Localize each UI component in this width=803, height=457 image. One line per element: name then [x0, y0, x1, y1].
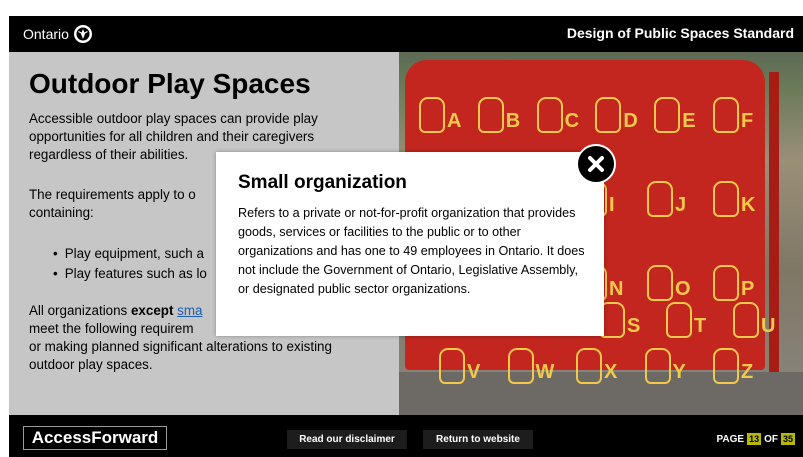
letter-cell: A	[419, 97, 475, 133]
current-page: 13	[747, 433, 762, 445]
letters-row: S T U	[599, 302, 789, 338]
letters-row-s-u: S T U	[599, 302, 789, 338]
hand-sign-icon	[666, 302, 692, 338]
hand-sign-icon	[647, 181, 673, 217]
hand-sign-icon	[713, 265, 739, 301]
hand-sign-icon	[654, 97, 681, 133]
p3-line2: meet the following requirem	[29, 321, 194, 336]
letter-cell: J	[647, 181, 703, 217]
definition-popup: Small organization Refers to a private o…	[216, 152, 604, 336]
letter: E	[682, 110, 696, 132]
list-item: Play features such as lo	[53, 264, 207, 284]
letter: D	[623, 110, 638, 132]
letter: K	[741, 194, 756, 216]
return-to-website-button[interactable]: Return to website	[423, 430, 533, 449]
letters-row: V W X Y Z	[439, 348, 769, 384]
p3-bold: except	[130, 303, 174, 318]
letter-cell: F	[712, 97, 769, 133]
hand-sign-icon	[595, 97, 622, 133]
ontario-brand: Ontario	[23, 25, 92, 43]
hand-sign-icon	[419, 97, 445, 133]
disclaimer-button[interactable]: Read our disclaimer	[287, 430, 407, 449]
requirements-text-2: containing:	[29, 205, 94, 220]
letter: B	[505, 110, 521, 132]
letter-cell: O	[647, 265, 703, 301]
requirements-text: The requirements apply to o	[29, 187, 196, 202]
small-organization-link[interactable]: sma	[177, 303, 202, 318]
page-title: Outdoor Play Spaces	[29, 68, 311, 99]
letter: C	[564, 110, 580, 132]
letter: N	[609, 278, 624, 300]
requirements-list: Play equipment, such a Play features suc…	[53, 244, 207, 284]
letter-cell: Y	[644, 348, 701, 384]
letter: X	[604, 361, 618, 383]
hand-sign-icon	[713, 181, 739, 217]
popup-body: Refers to a private or not-for-profit or…	[238, 206, 585, 296]
letter: A	[447, 110, 462, 132]
letter-cell: U	[733, 302, 789, 338]
page-indicator: PAGE 13 OF 35	[716, 433, 795, 445]
letter-cell: K	[713, 181, 769, 217]
hand-sign-icon	[644, 348, 671, 384]
letter-cell: V	[439, 348, 495, 384]
hand-sign-icon	[712, 97, 739, 133]
hand-sign-icon	[439, 348, 465, 384]
bottom-bar: AccessForward Read our disclaimer Return…	[9, 415, 803, 457]
letter-cell: C	[536, 97, 593, 133]
letter: S	[627, 315, 641, 337]
page-label: PAGE	[716, 433, 745, 445]
popup-title: Small organization	[238, 172, 407, 193]
letter: I	[609, 194, 615, 216]
letter: F	[740, 110, 754, 132]
brand-text: Ontario	[23, 26, 69, 42]
letter: V	[467, 361, 481, 383]
letter: O	[675, 278, 691, 300]
hand-sign-icon	[477, 97, 504, 133]
p3-rest: or making planned significant alteration…	[29, 339, 332, 372]
letter-cell: T	[666, 302, 722, 338]
hand-sign-icon	[733, 302, 759, 338]
hand-sign-icon	[647, 265, 673, 301]
letter-cell: P	[713, 265, 769, 301]
page-of-label: OF	[764, 433, 778, 445]
letter-cell: X	[576, 348, 632, 384]
letter-cell: B	[477, 97, 534, 133]
letter-cell: D	[595, 97, 651, 133]
hand-sign-icon	[507, 348, 534, 384]
letter: Z	[741, 361, 754, 383]
letter: J	[675, 194, 687, 216]
letter-cell: W	[507, 348, 564, 384]
letter: T	[694, 315, 707, 337]
letter-cell: E	[654, 97, 710, 133]
list-item: Play equipment, such a	[53, 244, 207, 264]
letter: W	[535, 361, 555, 383]
hand-sign-icon	[536, 97, 563, 133]
letter: P	[741, 278, 755, 300]
letters-row-v-z: V W X Y Z	[439, 348, 779, 384]
letters-row: A B C D E F	[419, 97, 769, 133]
top-bar: Ontario Design of Public Spaces Standard	[9, 16, 803, 52]
trillium-logo-icon	[73, 25, 92, 43]
standard-title: Design of Public Spaces Standard	[566, 25, 794, 41]
letter: Y	[672, 361, 686, 383]
close-icon[interactable]	[576, 144, 616, 184]
total-pages: 35	[780, 433, 795, 445]
hand-sign-icon	[576, 348, 602, 384]
letter-cell: S	[599, 302, 655, 338]
accessforward-home-button[interactable]: AccessForward	[23, 426, 167, 450]
letter: U	[761, 315, 776, 337]
hand-sign-icon	[713, 348, 739, 384]
p3-start: All organizations	[29, 303, 131, 318]
letter-cell: Z	[713, 348, 769, 384]
